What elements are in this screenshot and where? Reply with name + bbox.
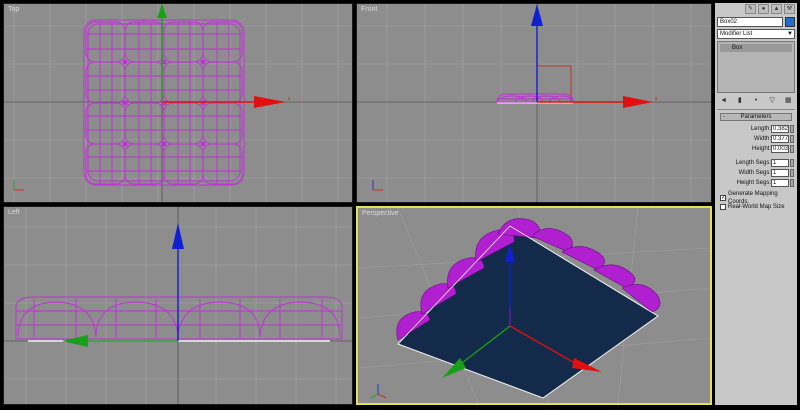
width-field[interactable]: 0.377m — [771, 135, 789, 143]
param-width: Width: 0.377m — [717, 135, 795, 145]
real-world-map-size-checkbox[interactable]: Real-World Map Size — [720, 202, 795, 211]
checkbox-checked-icon: ✓ — [720, 194, 727, 201]
chevron-down-icon: ▼ — [787, 31, 793, 37]
modify-icon[interactable]: ● — [758, 4, 769, 14]
svg-text:x: x — [288, 96, 291, 102]
viewport-label-left[interactable]: Left — [8, 208, 20, 217]
length-spinner[interactable] — [790, 125, 794, 133]
world-axis-icon — [370, 384, 387, 399]
stack-item-box[interactable]: Box — [720, 44, 792, 52]
width-segs-spinner[interactable] — [790, 169, 794, 177]
panel-tabs: ✎ ● ▲ ⚒ — [717, 4, 795, 15]
param-length-segs: Length Segs: 1 — [717, 159, 795, 169]
param-length: Length: 0.382m — [717, 125, 795, 135]
remove-modifier-icon[interactable]: ▽ — [768, 96, 777, 105]
show-end-result-icon[interactable]: ▮ — [735, 96, 744, 105]
pin-stack-icon[interactable]: ◄ — [719, 96, 728, 105]
param-width-segs: Width Segs: 1 — [717, 169, 795, 179]
top-view-scene: x — [4, 4, 352, 202]
world-axis-icon — [13, 180, 24, 191]
param-label: Height: — [751, 146, 771, 152]
param-label: Length Segs: — [735, 160, 771, 166]
cushion-base — [397, 225, 659, 399]
param-height-segs: Height Segs: 1 — [717, 179, 795, 189]
length-segs-spinner[interactable] — [790, 159, 794, 167]
height-segs-spinner[interactable] — [790, 179, 794, 187]
hierarchy-icon[interactable]: ▲ — [771, 4, 782, 14]
left-view-scene — [4, 207, 352, 404]
divider — [717, 109, 795, 110]
make-unique-icon[interactable]: • — [751, 96, 760, 105]
length-segs-field[interactable]: 1 — [771, 159, 789, 167]
modifier-list-label: Modifier List — [720, 31, 753, 37]
checkbox-unchecked-icon — [720, 203, 726, 210]
param-label: Height Segs: — [736, 180, 771, 186]
height-field[interactable]: 0.003m — [771, 145, 789, 153]
object-name-row: Box02 — [717, 17, 795, 27]
param-height: Height: 0.003m — [717, 145, 795, 155]
length-field[interactable]: 0.382m — [771, 125, 789, 133]
front-view-scene: x — [357, 4, 711, 202]
height-segs-field[interactable]: 1 — [771, 179, 789, 187]
viewport-label-front[interactable]: Front — [361, 5, 377, 14]
width-spinner[interactable] — [790, 135, 794, 143]
object-name-field[interactable]: Box02 — [717, 17, 783, 27]
param-label: Width Segs: — [738, 170, 771, 176]
create-icon[interactable]: ✎ — [745, 4, 756, 14]
height-spinner[interactable] — [790, 145, 794, 153]
param-label: Length: — [750, 126, 771, 132]
stack-toolbar: ◄ ▮ • ▽ ▦ — [717, 96, 795, 106]
transform-gizmo-left — [62, 223, 184, 347]
svg-text:x: x — [655, 96, 658, 102]
modifier-list-dropdown[interactable]: Modifier List ▼ — [717, 29, 795, 39]
object-color-swatch[interactable] — [785, 17, 795, 27]
viewport-perspective[interactable]: Perspective — [356, 206, 712, 405]
viewport-left[interactable]: Left — [3, 206, 353, 405]
rollout-title: Parameters — [740, 114, 772, 120]
viewport-label-perspective[interactable]: Perspective — [362, 209, 399, 218]
command-panel: ✎ ● ▲ ⚒ Box02 Modifier List ▼ Box ◄ ▮ • … — [715, 3, 797, 405]
viewport-front[interactable]: Front x — [356, 3, 712, 203]
modifier-stack: Box — [717, 41, 795, 93]
generate-mapping-checkbox[interactable]: ✓ Generate Mapping Coords. — [720, 191, 795, 205]
utilities-icon[interactable]: ⚒ — [784, 4, 795, 14]
viewport-label-top[interactable]: Top — [8, 5, 19, 14]
viewport-top[interactable]: Top x — [3, 3, 353, 203]
collapse-icon: - — [723, 114, 725, 120]
transform-gizmo-front: x — [531, 4, 658, 108]
configure-modifier-sets-icon[interactable]: ▦ — [784, 96, 793, 105]
cushion-front — [496, 93, 574, 103]
parameters-group: Length: 0.382m Width: 0.377m Height: 0.0… — [717, 125, 795, 211]
perspective-view-scene — [358, 208, 710, 403]
checkbox-label: Real-World Map Size — [728, 203, 785, 210]
param-label: Width: — [753, 136, 771, 142]
world-axis-icon — [372, 180, 383, 191]
parameters-rollout-header[interactable]: - Parameters — [720, 113, 792, 121]
width-segs-field[interactable]: 1 — [771, 169, 789, 177]
